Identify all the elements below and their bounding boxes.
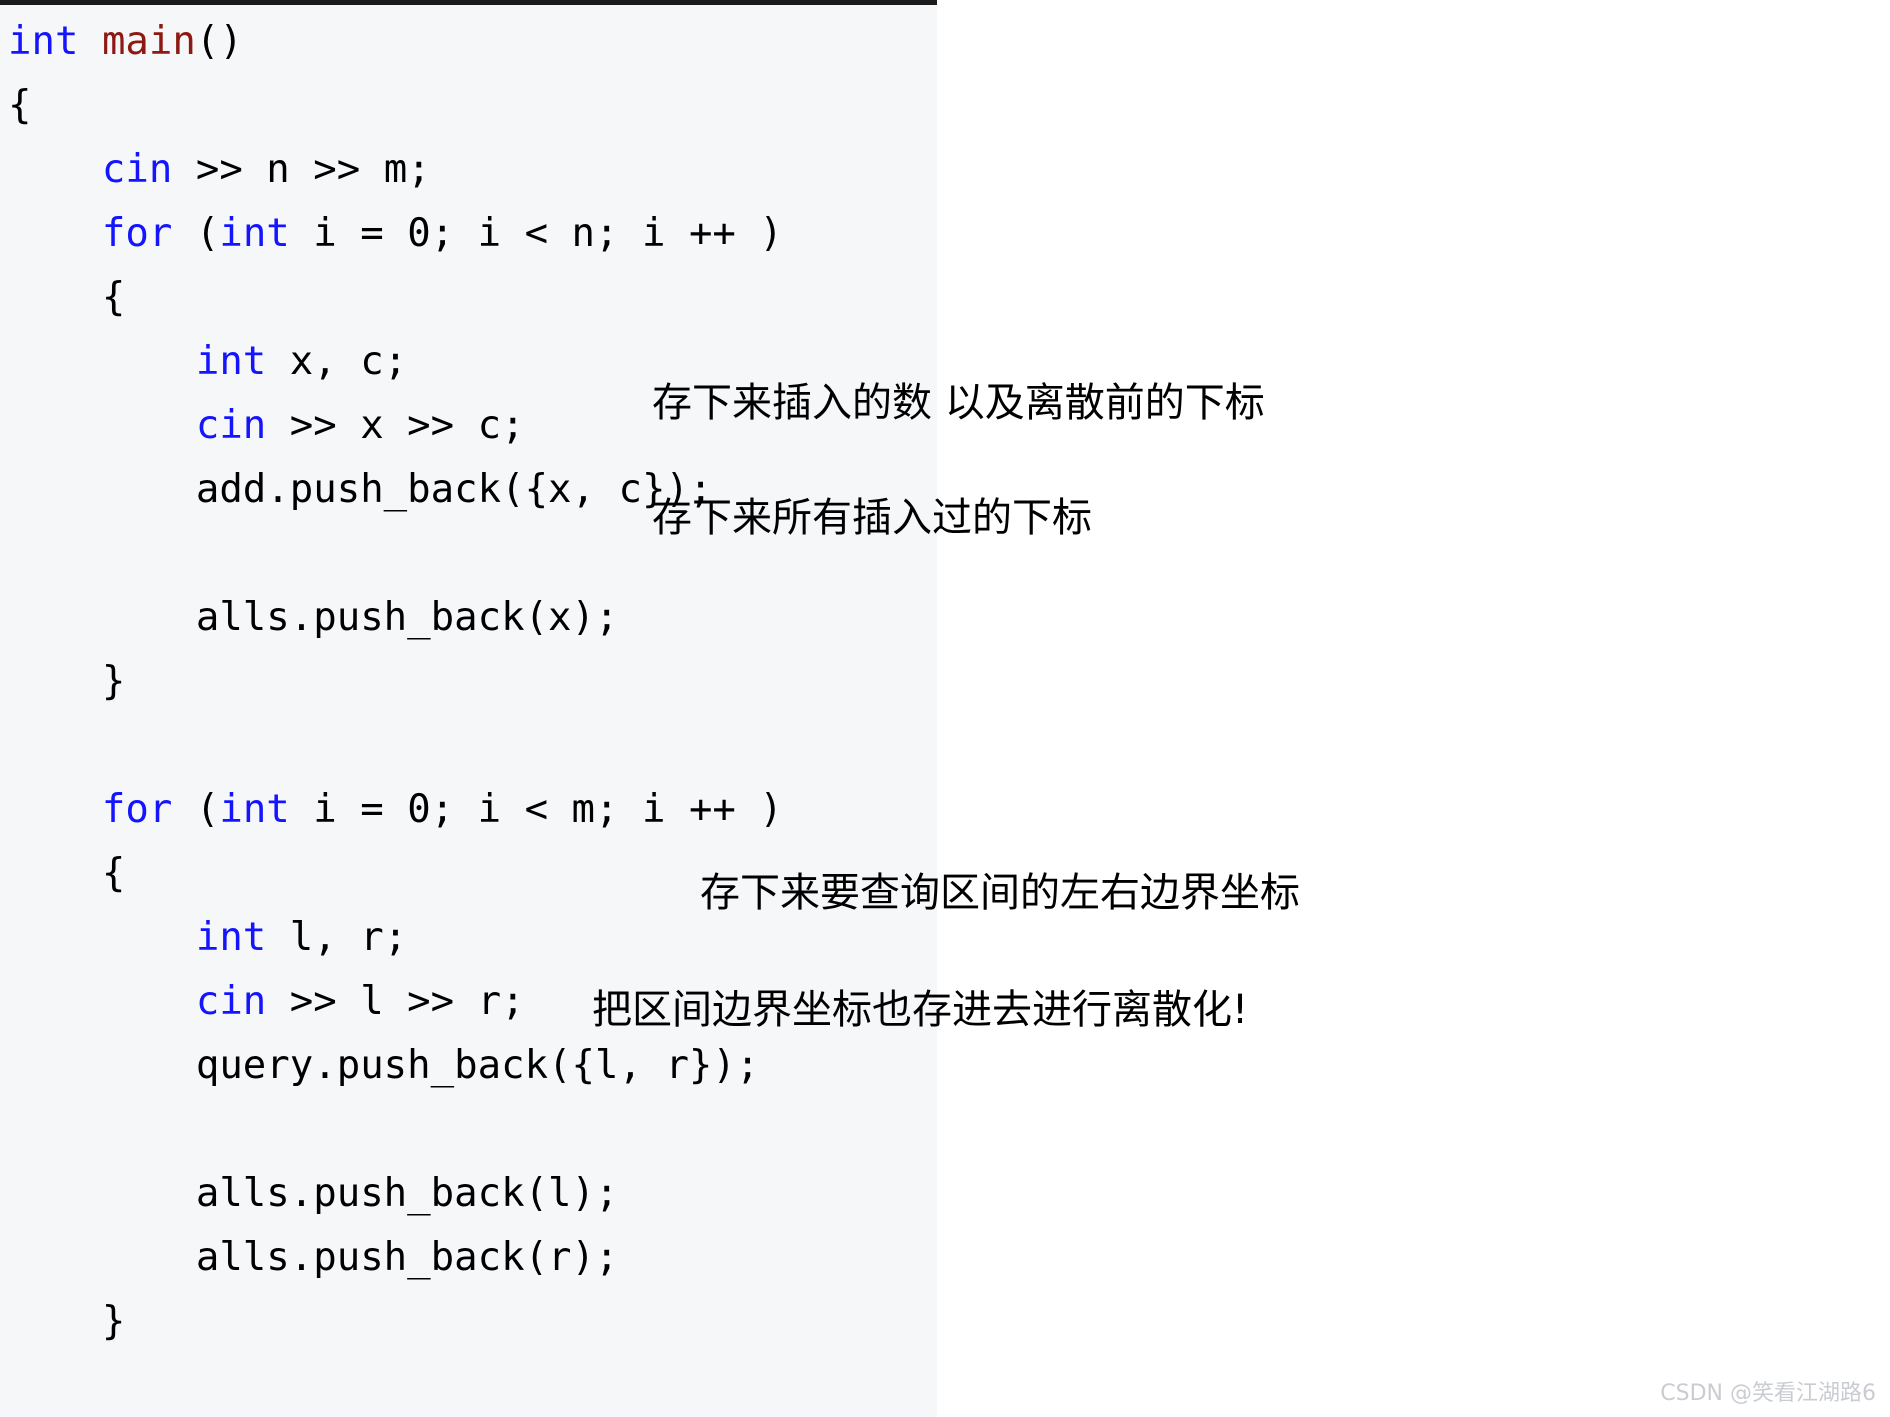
- code-line: }: [8, 650, 937, 714]
- code-block-panel: int main(){ cin >> n >> m; for (int i = …: [0, 0, 937, 1417]
- code-text: alls.push_back(x);: [195, 595, 619, 640]
- code-keyword: int: [195, 915, 267, 960]
- code-keyword: for: [101, 787, 173, 832]
- code-keyword: int: [219, 211, 290, 256]
- code-keyword: cin: [195, 403, 267, 448]
- code-keyword: int: [195, 339, 267, 384]
- code-text: alls.push_back(l);: [195, 1171, 619, 1216]
- code-keyword: int: [8, 19, 79, 64]
- code-text: >> n >> m;: [172, 147, 431, 192]
- code-keyword: int: [219, 787, 290, 832]
- code-text: (: [172, 787, 220, 832]
- code-text: (: [172, 211, 220, 256]
- code-text: l, r;: [266, 915, 408, 960]
- code-text: i = 0; i < m; i ++ ): [289, 787, 783, 832]
- code-line: alls.push_back(r);: [8, 1226, 937, 1290]
- annotation-store-all-indices: 存下来所有插入过的下标: [652, 495, 1092, 541]
- code-line: int main(): [8, 10, 937, 74]
- code-text: query.push_back({l, r});: [195, 1043, 760, 1088]
- annotation-store-query-bounds: 存下来要查询区间的左右边界坐标: [700, 870, 1300, 916]
- code-text: >> l >> r;: [266, 979, 525, 1024]
- code-function-name: main: [101, 19, 196, 64]
- code-text: }: [101, 659, 126, 704]
- code-line: query.push_back({l, r});: [8, 1034, 937, 1098]
- code-line: {: [8, 74, 937, 138]
- code-line: for (int i = 0; i < n; i ++ ): [8, 202, 937, 266]
- code-line: for (int i = 0; i < m; i ++ ): [8, 778, 937, 842]
- code-keyword: cin: [195, 979, 267, 1024]
- code-listing[interactable]: int main(){ cin >> n >> m; for (int i = …: [0, 10, 937, 1354]
- code-line: alls.push_back(x);: [8, 586, 937, 650]
- code-text: {: [101, 851, 126, 896]
- annotation-store-inserted-value: 存下来插入的数 以及离散前的下标: [652, 380, 1265, 426]
- code-text: add.push_back({x, c});: [195, 467, 713, 512]
- code-text: }: [101, 1299, 126, 1344]
- code-text: {: [8, 83, 32, 128]
- annotation-discretize-bounds: 把区间边界坐标也存进去进行离散化!: [592, 987, 1249, 1033]
- code-line: alls.push_back(l);: [8, 1162, 937, 1226]
- code-line: cin >> n >> m;: [8, 138, 937, 202]
- code-text: >> x >> c;: [266, 403, 525, 448]
- code-line: {: [8, 266, 937, 330]
- code-text: alls.push_back(r);: [195, 1235, 619, 1280]
- code-keyword: for: [101, 211, 173, 256]
- code-text: {: [101, 275, 126, 320]
- code-text: i = 0; i < n; i ++ ): [289, 211, 783, 256]
- screenshot-root: int main(){ cin >> n >> m; for (int i = …: [0, 0, 1890, 1417]
- code-text: (): [195, 19, 243, 64]
- csdn-watermark: CSDN @笑看江湖路6: [1660, 1381, 1876, 1406]
- code-text: x, c;: [266, 339, 408, 384]
- code-line: }: [8, 1290, 937, 1354]
- code-keyword: cin: [101, 147, 173, 192]
